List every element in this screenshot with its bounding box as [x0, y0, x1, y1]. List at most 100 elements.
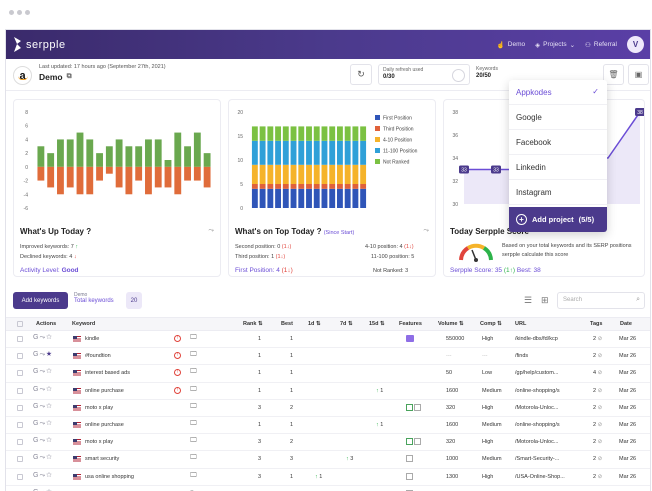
url-cell[interactable]: /finds — [515, 353, 528, 359]
star-icon[interactable]: ☆ — [46, 472, 53, 479]
url-cell[interactable]: /online-shopping/s — [515, 422, 560, 428]
nav-referral[interactable]: ⚇ Referral — [585, 41, 617, 49]
brand-logo[interactable]: serpple — [13, 37, 66, 52]
th-7d[interactable]: 7d ⇅ — [340, 321, 353, 327]
nav-projects[interactable]: ◈ Projects ⌄ — [535, 41, 575, 49]
star-icon[interactable]: ☆ — [46, 368, 53, 375]
row-checkbox[interactable] — [17, 336, 23, 342]
star-icon[interactable]: ☆ — [46, 437, 53, 444]
row-checkbox[interactable] — [17, 353, 23, 360]
trend-icon[interactable]: ⤳ — [208, 227, 214, 235]
th-comp[interactable]: Comp ⇅ — [480, 321, 502, 327]
info-icon[interactable]: ! — [174, 335, 181, 342]
tags-cell[interactable]: 2 ⊘ — [593, 456, 602, 462]
row-checkbox[interactable] — [17, 422, 23, 428]
th-keyword[interactable]: Keyword — [72, 321, 95, 327]
star-filled-icon[interactable]: ★ — [46, 351, 53, 358]
archive-button[interactable]: ▣ — [628, 64, 649, 85]
table-row[interactable]: G⤳☆ interest based ads ! 🖵 1 1 50 Low /g… — [6, 365, 650, 383]
keyword-cell[interactable]: interest based ads — [85, 370, 130, 376]
keyword-cell[interactable]: usa online shopping — [85, 474, 134, 480]
keyword-cell[interactable]: #foundtion — [85, 353, 111, 359]
table-row[interactable]: G⤳☆ usa online shopping 🖵 3 1 ↑ 1 1300 H… — [6, 469, 650, 486]
tags-cell[interactable]: 2 ⊘ — [593, 405, 602, 411]
tags-cell[interactable]: 2 ⊘ — [593, 439, 602, 445]
refresh-button[interactable]: ↻ — [350, 64, 372, 85]
trend-icon[interactable]: ⤳ — [423, 227, 429, 235]
star-icon[interactable]: ☆ — [46, 386, 53, 393]
th-date[interactable]: Date — [620, 321, 632, 327]
table-row[interactable]: G⤳☆ smart security 🖵 3 3 ↑ 3 1000 Medium… — [6, 451, 650, 469]
th-volume[interactable]: Volume ⇅ — [438, 321, 464, 327]
tags-cell[interactable]: 2 ⊘ — [593, 336, 602, 342]
row-checkbox[interactable] — [17, 387, 23, 394]
star-icon[interactable]: ☆ — [46, 403, 53, 410]
avatar[interactable]: V — [627, 36, 644, 53]
url-cell[interactable]: /gp/help/custom... — [515, 370, 558, 376]
url-cell[interactable]: /Smart-Security-... — [515, 456, 559, 462]
table-row[interactable]: G⤳☆ moto x play 🖵 3 2 320 High /Motorola… — [6, 434, 650, 452]
url-cell[interactable]: /Motorola-Unloc... — [515, 439, 558, 445]
comp-cell: Medium — [482, 387, 502, 394]
project-option-linkedin[interactable]: Linkedin — [509, 155, 607, 180]
tags-cell[interactable]: 2 ⊘ — [593, 422, 602, 428]
table-row[interactable]: G⤳☆ shirts online ▯ 3 1 ↑ 1 ↑ 1 ↑ 3 590 … — [6, 486, 650, 491]
keyword-cell[interactable]: online purchase — [85, 388, 124, 394]
row-checkbox[interactable] — [17, 439, 23, 446]
total-keywords: Demo Total keywords — [74, 292, 114, 304]
keyword-cell[interactable]: moto x play — [85, 439, 113, 445]
refresh-toggle[interactable] — [452, 69, 465, 82]
th-best[interactable]: Best — [281, 321, 293, 327]
stacked-bar-segment — [313, 188, 320, 208]
th-1d[interactable]: 1d ⇅ — [308, 321, 321, 327]
info-icon[interactable]: ! — [174, 386, 181, 394]
table-row[interactable]: G⤳☆ online purchase ! 🖵 1 1 ↑ 1 1600 Med… — [6, 383, 650, 400]
add-keywords-button[interactable]: Add keywords — [13, 292, 68, 309]
table-row[interactable]: G⤳☆ kindle ! 🖵 1 1 550000 High /kindle-d… — [6, 331, 650, 349]
url-cell[interactable]: /Motorola-Unloc... — [515, 405, 558, 411]
tags-cell[interactable]: 4 ⊘ — [593, 370, 602, 376]
table-row[interactable]: G⤳☆ online purchase 🖵 1 1 ↑ 1 1600 Mediu… — [6, 417, 650, 435]
table-row[interactable]: G⤳☆ moto x play 🖵 3 2 320 High /Motorola… — [6, 400, 650, 417]
star-icon[interactable]: ☆ — [46, 454, 53, 461]
th-rank[interactable]: Rank ⇅ — [243, 321, 263, 327]
info-icon[interactable]: ! — [174, 369, 181, 377]
tags-cell[interactable]: 2 ⊘ — [593, 353, 602, 359]
row-checkbox[interactable] — [17, 404, 23, 411]
external-link-icon[interactable]: ⧉ — [67, 73, 72, 81]
url-cell[interactable]: /online-shopping/s — [515, 388, 560, 394]
project-option-appkodes[interactable]: Appkodes ✓ — [509, 80, 607, 105]
bar — [37, 146, 45, 167]
y-tick-label: 6 — [25, 124, 28, 130]
search-input[interactable]: Search ⌕ — [557, 292, 645, 309]
table-row[interactable]: G⤳★ #foundtion ! 🖵 1 1 --- --- /finds 2 … — [6, 348, 650, 366]
keyword-cell[interactable]: moto x play — [85, 405, 113, 411]
stacked-bar-segment — [298, 164, 305, 184]
row-checkbox[interactable] — [17, 456, 23, 463]
info-icon[interactable]: ! — [174, 352, 181, 360]
add-project-button[interactable]: + Add project (5/5) — [509, 207, 607, 232]
positions-chart: 20 15 10 5 0 First Position Third Position 4-10… — [237, 110, 417, 212]
second-text: Second position: 0 — [235, 244, 281, 250]
comp-cell: High — [482, 404, 494, 411]
th-15d[interactable]: 15d ⇅ — [369, 321, 385, 327]
tags-cell[interactable]: 2 ⊘ — [593, 474, 602, 480]
url-cell[interactable]: /kindle-dbs/fd/kcp — [515, 336, 558, 342]
keyword-cell[interactable]: smart security — [85, 456, 119, 462]
row-checkbox[interactable] — [17, 473, 23, 480]
project-option-instagram[interactable]: Instagram — [509, 180, 607, 205]
select-all-checkbox[interactable] — [17, 321, 23, 327]
keyword-cell[interactable]: kindle — [85, 336, 99, 342]
row-actions: G⤳☆ — [33, 454, 53, 462]
tags-cell[interactable]: 2 ⊘ — [593, 388, 602, 394]
project-option-facebook[interactable]: Facebook — [509, 130, 607, 155]
keyword-cell[interactable]: online purchase — [85, 422, 124, 428]
star-icon[interactable]: ☆ — [46, 334, 53, 341]
row-checkbox[interactable] — [17, 370, 23, 377]
grid-view-icon[interactable]: ⊞ — [541, 295, 549, 306]
nav-demo[interactable]: ☝ Demo — [497, 41, 525, 49]
star-icon[interactable]: ☆ — [46, 420, 53, 427]
project-option-google[interactable]: Google — [509, 105, 607, 130]
url-cell[interactable]: /USA-Online-Shop... — [515, 474, 565, 480]
filter-icon[interactable]: ☰ — [524, 295, 532, 306]
